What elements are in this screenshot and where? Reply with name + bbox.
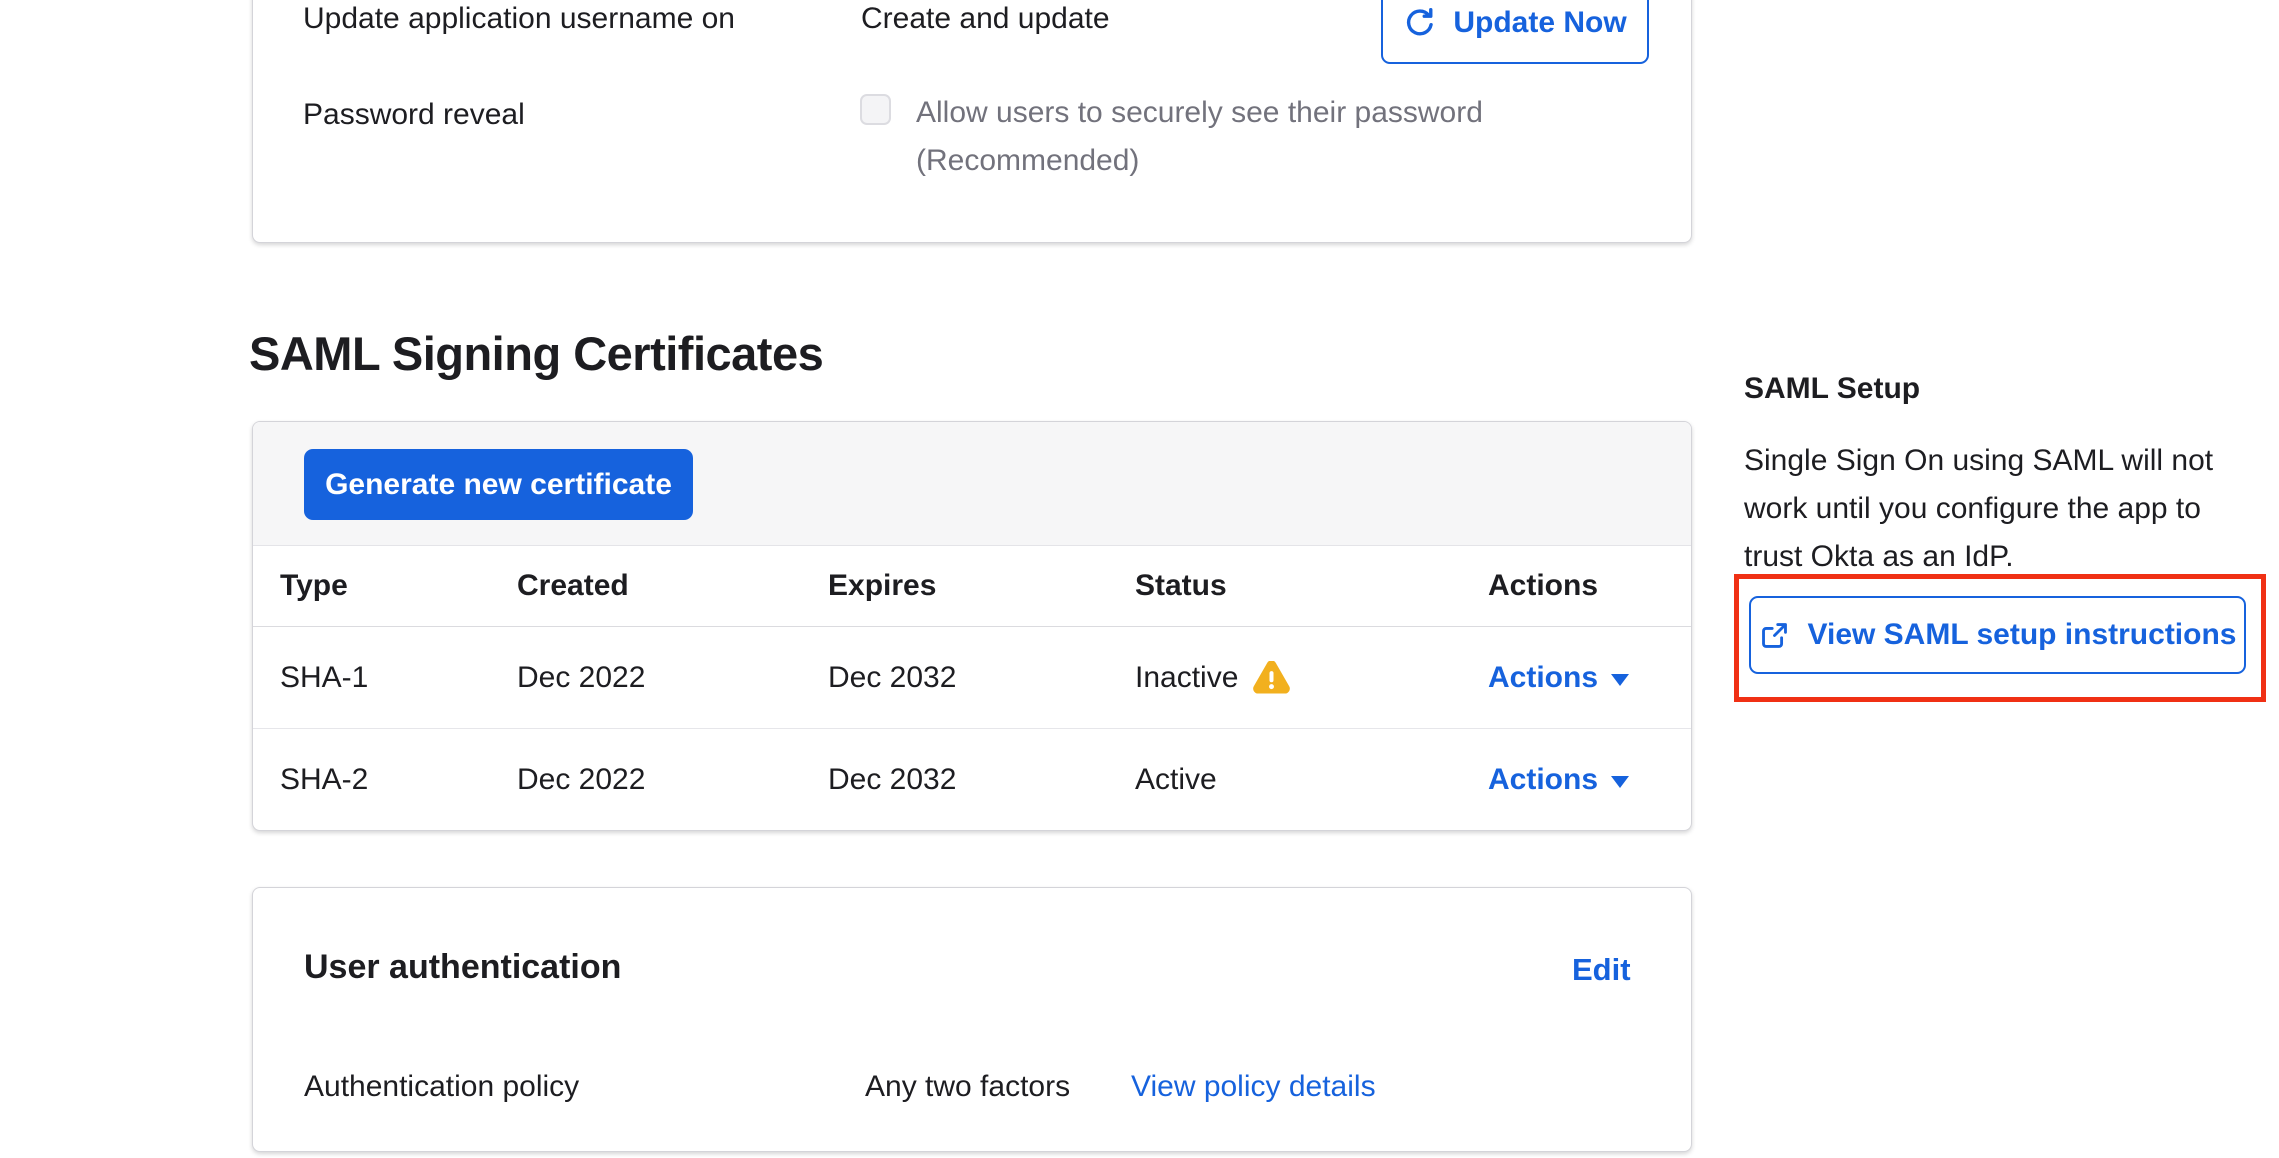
refresh-icon [1403, 6, 1437, 40]
username-update-label: Update application username on [303, 2, 735, 36]
saml-certificates-panel: Generate new certificate Type Created Ex… [252, 421, 1692, 831]
authentication-policy-label: Authentication policy [304, 1070, 579, 1104]
cert-status-cell: Inactive [1135, 661, 1290, 695]
description-line: work until you configure the app to [1744, 485, 2213, 533]
cert-type: SHA-1 [280, 661, 368, 695]
view-saml-instructions-button[interactable]: View SAML setup instructions [1749, 596, 2246, 674]
warning-icon [1253, 661, 1290, 694]
password-reveal-checkbox-label: Allow users to securely see their passwo… [916, 96, 1483, 130]
cert-created: Dec 2022 [517, 661, 645, 695]
caret-down-icon [1611, 674, 1629, 686]
page-title: SAML Signing Certificates [249, 326, 823, 381]
certificates-toolbar: Generate new certificate [253, 422, 1691, 546]
app-settings-panel: Update application username on Create an… [252, 0, 1692, 243]
description-line: Single Sign On using SAML will not [1744, 437, 2213, 485]
caret-down-icon [1611, 776, 1629, 788]
password-reveal-checkbox[interactable] [860, 94, 891, 125]
certificates-table-header: Type Created Expires Status Actions [253, 546, 1691, 627]
actions-dropdown[interactable]: Actions [1488, 763, 1629, 797]
cert-status-cell: Active [1135, 763, 1217, 797]
saml-setup-description: Single Sign On using SAML will not work … [1744, 437, 2213, 581]
table-row: SHA-1 Dec 2022 Dec 2032 Inactive Actions [253, 627, 1691, 729]
cert-type: SHA-2 [280, 763, 368, 797]
saml-setup-heading: SAML Setup [1744, 372, 1920, 406]
column-header-type: Type [280, 569, 348, 603]
actions-dropdown-label: Actions [1488, 661, 1598, 695]
cert-expires: Dec 2032 [828, 661, 956, 695]
actions-dropdown-label: Actions [1488, 763, 1598, 797]
column-header-status: Status [1135, 569, 1227, 603]
user-authentication-panel: User authentication Edit Authentication … [252, 887, 1692, 1152]
column-header-actions: Actions [1488, 569, 1598, 603]
edit-link[interactable]: Edit [1572, 952, 1631, 988]
password-reveal-label: Password reveal [303, 98, 525, 132]
column-header-expires: Expires [828, 569, 936, 603]
cert-expires: Dec 2032 [828, 763, 956, 797]
actions-dropdown[interactable]: Actions [1488, 661, 1629, 695]
authentication-policy-value: Any two factors [865, 1070, 1070, 1104]
status-badge: Inactive [1135, 661, 1238, 695]
password-reveal-checkbox-sublabel: (Recommended) [916, 144, 1139, 178]
column-header-created: Created [517, 569, 629, 603]
table-row: SHA-2 Dec 2022 Dec 2032 Active Actions [253, 729, 1691, 831]
status-badge: Active [1135, 763, 1217, 797]
external-link-icon [1759, 620, 1790, 651]
view-policy-details-link[interactable]: View policy details [1131, 1070, 1376, 1104]
generate-certificate-button[interactable]: Generate new certificate [304, 449, 693, 520]
update-now-button[interactable]: Update Now [1381, 0, 1649, 64]
view-saml-instructions-label: View SAML setup instructions [1808, 618, 2237, 652]
username-update-value: Create and update [861, 2, 1110, 36]
user-authentication-heading: User authentication [304, 948, 621, 987]
cert-created: Dec 2022 [517, 763, 645, 797]
update-now-label: Update Now [1453, 6, 1626, 40]
